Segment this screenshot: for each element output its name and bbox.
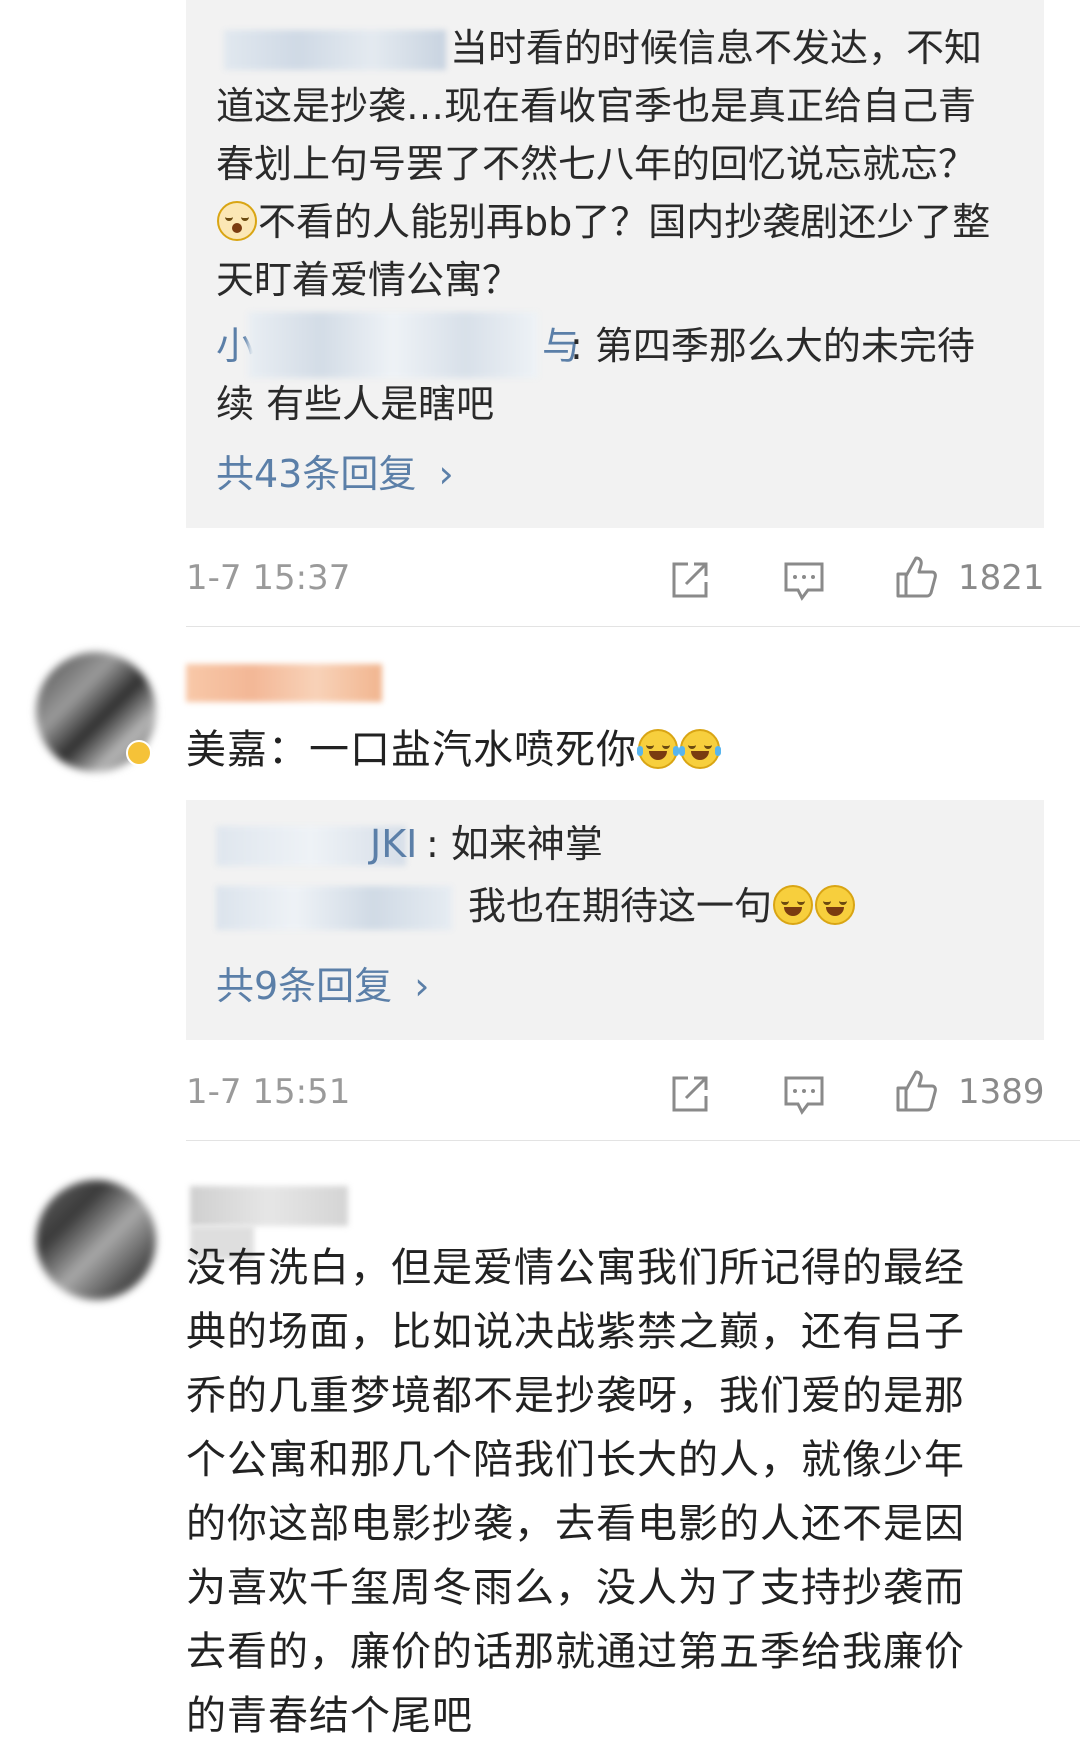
share-icon[interactable] [668, 1072, 712, 1116]
chevron-right-icon: › [414, 964, 430, 1008]
laughing-tears-emoji [773, 885, 814, 925]
reply-text-line-1: 当时看的时候信息不发达，不知 [450, 26, 983, 70]
blurred-username[interactable] [186, 664, 382, 702]
reply-text: : 如来神掌 [426, 822, 603, 866]
more-replies-link[interactable]: 共43条回复 › [216, 446, 454, 503]
blurred-username [224, 30, 446, 70]
more-replies-label: 共43条回复 [216, 452, 417, 496]
chevron-right-icon: › [438, 452, 454, 496]
reply-username-end[interactable]: JKI [370, 816, 417, 873]
comment-line-4: 个公寓和那几个陪我们长大的人，就像少年 [186, 1437, 965, 1483]
vip-badge [126, 740, 152, 766]
comment-line-8: 的青春结个尾吧 [186, 1693, 473, 1739]
more-replies-label: 共9条回复 [216, 964, 393, 1008]
comment-line-5: 的你这部电影抄袭，去看电影的人还不是因 [186, 1501, 965, 1547]
avatar[interactable] [36, 1180, 156, 1300]
like-icon[interactable] [892, 1068, 940, 1116]
like-count: 1821 [958, 558, 1045, 598]
reply-2-text-line-1: : 第四季那么大的未完待 [570, 324, 975, 368]
divider [186, 1140, 1080, 1141]
reply-2-text-line-2: 续 有些人是瞎吧 [216, 382, 495, 426]
blurred-username[interactable] [190, 1186, 348, 1226]
like-count: 1389 [958, 1072, 1045, 1112]
reply-box-middle: JKI : 如来神掌 我也在期待这一句 共9条回复 › [186, 800, 1044, 1040]
reply-box-top: 当时看的时候信息不发达，不知 道这是抄袭…现在看收官季也是真正给自己青 春划上句… [186, 0, 1044, 528]
comment-line-1: 没有洗白，但是爱情公寓我们所记得的最经 [186, 1245, 965, 1291]
comment-line-6: 为喜欢千玺周冬雨么，没人为了支持抄袭而 [186, 1565, 965, 1611]
divider [186, 626, 1080, 627]
reply-text-2: 我也在期待这一句 [468, 878, 856, 935]
reply-text-line-4: 不看的人能别再bb了？国内抄袭剧还少了整 [216, 194, 990, 251]
comment-line-2: 典的场面，比如说决战紫禁之巅，还有吕子 [186, 1309, 965, 1355]
reply-text-line-5: 天盯着爱情公寓？ [216, 258, 521, 302]
comment-icon[interactable] [782, 1072, 826, 1116]
blurred-username-2 [216, 886, 452, 930]
reply-text-line-2: 道这是抄袭…现在看收官季也是真正给自己青 [216, 84, 977, 128]
surprised-emoji [217, 201, 257, 241]
laughing-tears-emoji [679, 729, 721, 769]
reply-text-line-3: 春划上句号罢了不然七八年的回忆说忘就忘？ [216, 142, 977, 186]
comment-icon[interactable] [782, 558, 826, 602]
blurred-username-2 [248, 312, 538, 378]
timestamp: 1-7 15:37 [186, 558, 351, 598]
laughing-tears-emoji [637, 729, 679, 769]
timestamp: 1-7 15:51 [186, 1072, 351, 1112]
more-replies-link[interactable]: 共9条回复 › [216, 958, 429, 1015]
share-icon[interactable] [668, 558, 712, 602]
comment-line-3: 乔的几重梦境都不是抄袭呀，我们爱的是那 [186, 1373, 965, 1419]
laughing-tears-emoji [815, 885, 856, 925]
comment-text: 美嘉：一口盐汽水喷死你 [186, 718, 721, 782]
like-icon[interactable] [892, 554, 940, 602]
comment-line-7: 去看的，廉价的话那就通过第五季给我廉价 [186, 1629, 965, 1675]
